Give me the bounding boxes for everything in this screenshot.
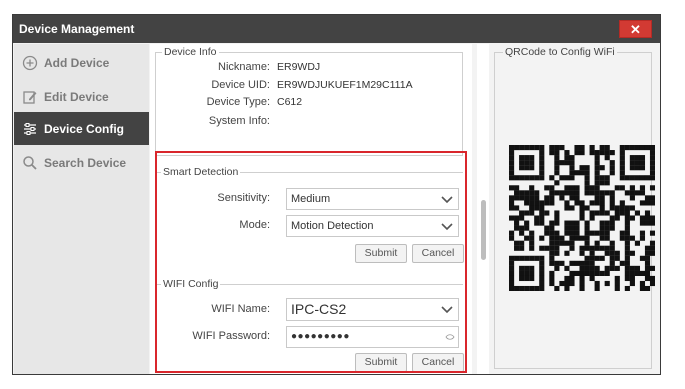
wifi-password-input[interactable]: ●●●●●●●●● <box>286 326 459 348</box>
sidebar-item-device-config[interactable]: Device Config <box>14 112 149 145</box>
window-title: Device Management <box>19 22 135 36</box>
show-password-icon[interactable] <box>445 334 455 340</box>
wifi-password-value: ●●●●●●●●● <box>291 331 350 342</box>
sliders-icon <box>22 121 38 137</box>
close-icon: ✕ <box>630 22 641 37</box>
plus-circle-icon <box>22 55 38 71</box>
mode-select[interactable]: Motion Detection <box>286 215 459 237</box>
config-content: Device Info Nickname: ER9WDJ Device UID:… <box>150 44 660 374</box>
wifi-name-selected-value: IPC-CS2 <box>291 301 347 317</box>
wifi-password-label: WIFI Password: <box>192 330 270 342</box>
sidebar-item-label: Edit Device <box>44 89 109 104</box>
qr-code-image <box>509 145 655 291</box>
device-management-window: Device Management ✕ Add Device Edit Devi… <box>12 14 661 375</box>
sidebar-item-search-device[interactable]: Search Device <box>14 146 149 179</box>
device-uid-value: ER9WDJUKUEF1M29C111A <box>277 79 413 91</box>
scrollbar-thumb[interactable] <box>481 200 486 260</box>
mode-label: Mode: <box>239 219 270 231</box>
smart-detection-legend: Smart Detection <box>163 166 239 178</box>
sidebar-item-add-device[interactable]: Add Device <box>14 46 149 79</box>
device-type-label: Device Type: <box>206 96 270 108</box>
wifi-name-select[interactable]: IPC-CS2 <box>286 298 459 321</box>
chevron-down-icon <box>441 196 453 204</box>
sidebar-item-label: Add Device <box>44 55 110 70</box>
mode-selected-value: Motion Detection <box>291 220 374 232</box>
wifi-cancel-button[interactable]: Cancel <box>412 353 464 372</box>
vertical-scrollbar[interactable] <box>477 44 489 374</box>
sidebar: Add Device Edit Device Device Config Sea… <box>14 44 149 374</box>
wifi-submit-button[interactable]: Submit <box>355 353 407 372</box>
qr-config-panel: QRCode to Config WiFi <box>494 46 655 369</box>
system-info-label: System Info: <box>208 115 270 127</box>
search-icon <box>22 155 38 171</box>
smart-detection-cancel-button[interactable]: Cancel <box>412 244 464 263</box>
close-button[interactable]: ✕ <box>619 20 652 38</box>
config-form-scroll-area: Device Info Nickname: ER9WDJ Device UID:… <box>150 44 472 374</box>
sensitivity-selected-value: Medium <box>291 193 331 205</box>
edit-icon <box>22 89 38 105</box>
sensitivity-label: Sensitivity: <box>217 192 270 204</box>
qr-legend: QRCode to Config WiFi <box>503 46 617 58</box>
device-uid-label: Device UID: <box>211 79 270 91</box>
chevron-down-icon <box>441 223 453 231</box>
title-bar: Device Management ✕ <box>13 15 660 43</box>
sidebar-item-edit-device[interactable]: Edit Device <box>14 80 149 113</box>
nickname-label: Nickname: <box>218 61 270 73</box>
device-info-legend: Device Info <box>164 46 217 58</box>
sidebar-item-label: Search Device <box>44 155 127 170</box>
smart-detection-submit-button[interactable]: Submit <box>355 244 407 263</box>
device-type-value: C612 <box>277 96 303 108</box>
sidebar-item-label: Device Config <box>44 121 125 136</box>
chevron-down-icon <box>441 306 453 314</box>
nickname-value: ER9WDJ <box>277 61 321 73</box>
sensitivity-select[interactable]: Medium <box>286 188 459 210</box>
wifi-config-legend: WIFI Config <box>163 278 219 290</box>
wifi-name-label: WIFI Name: <box>211 303 270 315</box>
